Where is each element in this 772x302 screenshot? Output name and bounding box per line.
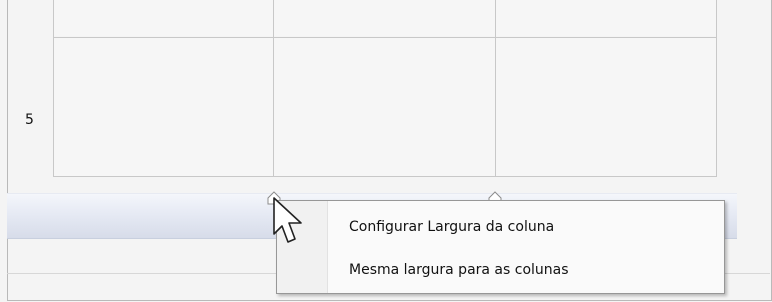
table-row[interactable] (54, 38, 716, 176)
grid-border-right (716, 0, 717, 176)
row-number-label: 5 (25, 112, 34, 128)
row-divider (53, 37, 717, 38)
table-row[interactable] (54, 0, 716, 36)
menu-item-equal-column-width[interactable]: Mesma largura para as colunas (349, 262, 569, 278)
mouse-pointer-icon (273, 197, 302, 243)
menu-item-configure-column-width[interactable]: Configurar Largura da coluna (349, 219, 554, 235)
column-divider[interactable] (495, 0, 496, 176)
context-menu: Configurar Largura da coluna Mesma largu… (276, 200, 725, 294)
table-grid (53, 0, 717, 177)
column-divider[interactable] (273, 0, 274, 176)
grid-border-bottom (53, 176, 717, 177)
grid-border-left (53, 0, 54, 176)
